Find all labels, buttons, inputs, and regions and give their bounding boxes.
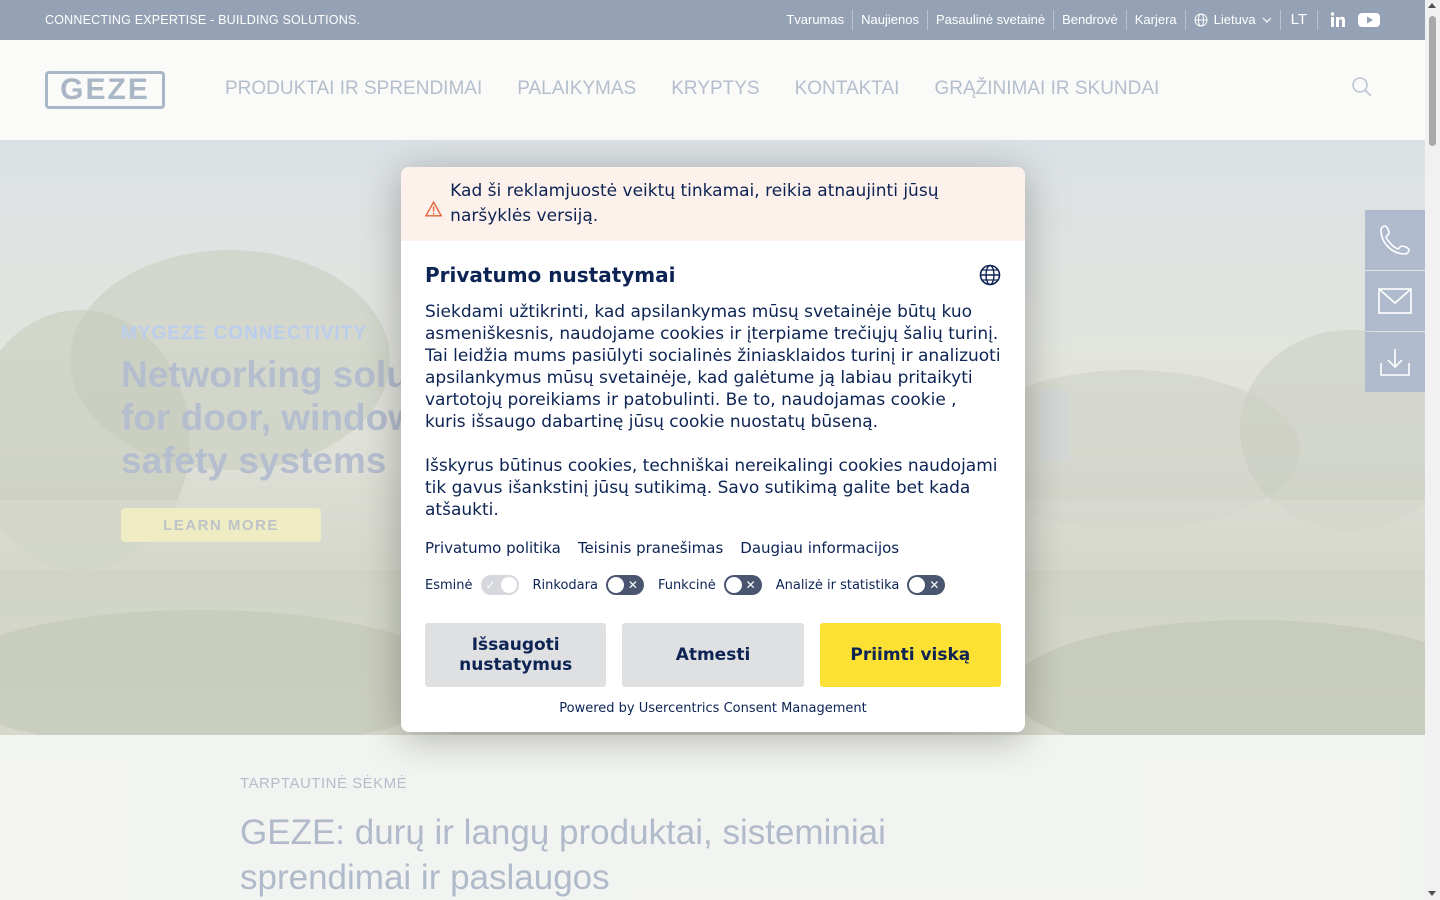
toggle-analytics-label: Analizė ir statistika [775,577,900,593]
page-scrollbar[interactable] [1425,0,1440,900]
toggle-marketing-label: Rinkodara [532,577,598,593]
more-info-link[interactable]: Daugiau informacijos [740,539,899,557]
toggle-functional[interactable]: ✕ [723,575,762,595]
toggle-essential: ✓ [480,575,519,595]
powered-by-link[interactable]: Powered by Usercentrics Consent Manageme… [425,701,1001,716]
warning-icon [425,200,443,217]
privacy-policy-link[interactable]: Privatumo politika [425,539,561,557]
reject-button[interactable]: Atmesti [622,623,804,687]
browser-warning-text: Kad ši reklamjuostė veiktų tinkamai, rei… [450,181,939,226]
scroll-down-arrow[interactable] [1428,891,1436,896]
toggle-essential-label: Esminė [425,577,473,593]
scroll-up-arrow[interactable] [1428,3,1436,8]
privacy-consent-dialog: Kad ši reklamjuostė veiktų tinkamai, rei… [401,167,1025,732]
accept-all-button[interactable]: Priimti viską [819,623,1001,687]
description-paragraph-1: Siekdami užtikrinti, kad apsilankymas mū… [425,302,1001,432]
consent-buttons: Išsaugoti nustatymus Atmesti Priimti vis… [425,623,1001,687]
toggle-marketing[interactable]: ✕ [605,575,644,595]
dialog-links: Privatumo politika Teisinis pranešimas D… [425,539,1001,557]
scrollbar-thumb[interactable] [1429,16,1436,146]
description-paragraph-2: Išskyrus būtinus cookies, techniškai ner… [425,456,998,520]
legal-notice-link[interactable]: Teisinis pranešimas [578,539,723,557]
browser-warning: Kad ši reklamjuostė veiktų tinkamai, rei… [401,167,1025,241]
consent-toggles: Esminė ✓ Rinkodara ✕ Funkcinė ✕ Analizė … [425,575,1001,595]
dialog-title: Privatumo nustatymai [425,263,676,287]
toggle-analytics[interactable]: ✕ [907,575,946,595]
save-settings-button[interactable]: Išsaugoti nustatymus [425,623,607,687]
language-globe-icon[interactable] [979,264,1001,286]
toggle-functional-label: Funkcinė [657,577,716,593]
dialog-description: Siekdami užtikrinti, kad apsilankymas mū… [425,301,1001,521]
